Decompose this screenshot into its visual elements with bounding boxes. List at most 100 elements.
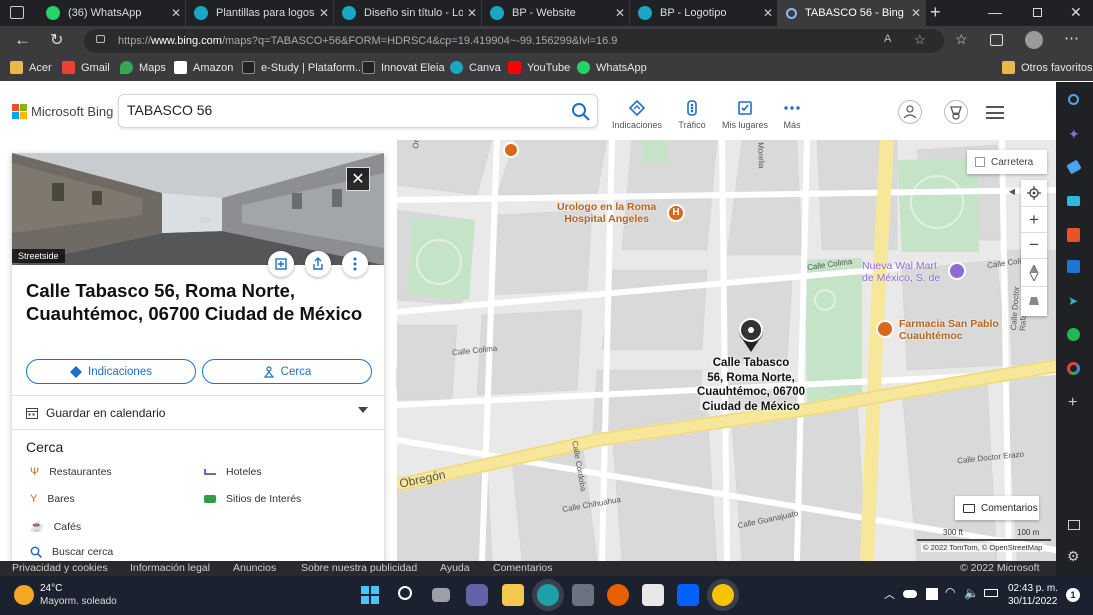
zoom-out-button[interactable]: − — [1021, 232, 1047, 258]
start-button[interactable] — [361, 586, 379, 604]
bookmark-other-favorites[interactable]: Otros favoritos — [1002, 61, 1093, 74]
search-icon[interactable] — [1068, 94, 1079, 105]
google-icon[interactable] — [1067, 362, 1080, 375]
dropbox-tray-icon[interactable] — [926, 588, 938, 600]
hamburger-menu-icon[interactable] — [986, 106, 1004, 119]
footer-link-privacy[interactable]: Privacidad y cookies — [12, 562, 108, 574]
favorite-star-icon[interactable]: ☆ — [914, 32, 926, 48]
restore-button[interactable] — [1033, 8, 1042, 17]
close-tab-icon[interactable]: ✕ — [315, 6, 333, 20]
volume-icon[interactable]: 🔈 — [964, 586, 979, 600]
map-style-toggle[interactable]: Carretera — [967, 150, 1047, 174]
bookmark-youtube[interactable]: YouTube — [508, 61, 570, 74]
read-aloud-icon[interactable]: A — [884, 33, 891, 45]
feedback-button[interactable]: Comentarios — [955, 496, 1039, 520]
search-input[interactable] — [127, 102, 547, 118]
tab-whatsapp[interactable]: (36) WhatsApp ✕ — [38, 0, 186, 26]
edge-browser-icon[interactable] — [537, 584, 559, 606]
norton-icon[interactable] — [712, 584, 734, 606]
outlook-icon[interactable] — [1067, 260, 1080, 273]
tilt-icon[interactable] — [1021, 286, 1047, 314]
tab-actions-icon[interactable] — [10, 6, 24, 19]
teams-chat-icon[interactable] — [466, 584, 488, 606]
more-menu-icon[interactable]: ⋯ — [1064, 29, 1079, 47]
wifi-icon[interactable]: ◠ — [945, 585, 955, 599]
favorites-icon[interactable]: ☆ — [955, 31, 968, 48]
notification-badge[interactable]: 1 — [1066, 588, 1080, 602]
save-calendar-row[interactable]: Guardar en calendario — [26, 404, 370, 422]
task-view-icon[interactable] — [432, 588, 450, 602]
tray-chevron-icon[interactable]: ︿ — [884, 586, 895, 602]
new-tab-button[interactable]: + — [930, 2, 941, 23]
bookmark-maps[interactable]: Maps — [120, 61, 166, 74]
bookmark-amazon[interactable]: Amazon — [174, 61, 233, 74]
dropbox-icon[interactable] — [677, 584, 699, 606]
close-panel-button[interactable]: ✕ — [346, 167, 370, 191]
compass-icon[interactable] — [1021, 258, 1047, 286]
location-pin-icon[interactable] — [735, 314, 767, 354]
hospital-icon[interactable]: H — [667, 204, 685, 222]
map-controls-collapse[interactable]: ◀ — [1005, 180, 1019, 204]
bookmark-canva[interactable]: Canva — [450, 61, 501, 74]
add-sidebar-icon[interactable]: + — [1068, 394, 1077, 412]
weather-icon[interactable] — [14, 585, 34, 605]
locate-me-icon[interactable] — [1021, 180, 1047, 206]
shopping-bag-icon[interactable] — [948, 262, 966, 280]
firefox-icon[interactable] — [607, 584, 629, 606]
file-explorer-icon[interactable] — [502, 584, 524, 606]
footer-link-feedback[interactable]: Comentarios — [493, 562, 553, 574]
tab-plantillas[interactable]: Plantillas para logos e ✕ — [186, 0, 334, 26]
close-window-button[interactable]: ✕ — [1070, 4, 1082, 21]
send-icon[interactable]: ➤ — [1068, 294, 1078, 308]
search-icon[interactable] — [571, 102, 591, 122]
nearby-search-link[interactable]: Buscar cerca — [30, 546, 113, 558]
footer-link-legal[interactable]: Información legal — [130, 562, 210, 574]
clock-time[interactable]: 02:43 p. m. — [1008, 583, 1058, 594]
nearby-sights-link[interactable]: Sitios de Interés — [204, 493, 301, 505]
nearby-hotels-link[interactable]: Hoteles — [204, 466, 262, 478]
close-tab-icon[interactable]: ✕ — [759, 6, 777, 20]
nav-directions[interactable]: Indicaciones — [606, 100, 668, 130]
zoom-in-button[interactable]: + — [1021, 206, 1047, 232]
sparkle-icon[interactable]: ✦ — [1068, 126, 1080, 143]
close-tab-icon[interactable]: ✕ — [907, 6, 925, 20]
footer-link-ads[interactable]: Anuncios — [233, 562, 276, 574]
bookmark-innovat[interactable]: Innovat Eleia — [362, 61, 445, 74]
weather-temp[interactable]: 24°C — [40, 583, 62, 594]
footer-link-about-ads[interactable]: Sobre nuestra publicidad — [301, 562, 417, 574]
nearby-cafes-link[interactable]: ☕ Cafés — [30, 520, 81, 534]
nearby-bars-link[interactable]: Y Bares — [30, 493, 75, 505]
footer-link-help[interactable]: Ayuda — [440, 562, 470, 574]
settings-gear-icon[interactable]: ⚙ — [1067, 548, 1080, 565]
refresh-icon[interactable]: ↻ — [50, 30, 63, 50]
profile-avatar[interactable] — [1025, 31, 1043, 49]
collections-icon[interactable] — [990, 34, 1003, 46]
close-tab-icon[interactable]: ✕ — [611, 6, 629, 20]
pharmacy-icon[interactable] — [876, 320, 894, 338]
map-canvas[interactable]: Orizaba Morelia Calle Colima Calle Colim… — [397, 140, 1056, 561]
url-bar[interactable]: https://www.bing.com/maps?q=TABASCO+56&F… — [84, 29, 944, 53]
onedrive-icon[interactable] — [903, 590, 917, 598]
microsoft-logo[interactable] — [12, 104, 28, 120]
close-tab-icon[interactable]: ✕ — [463, 6, 481, 20]
sidebar-panel-icon[interactable] — [1068, 520, 1080, 530]
spotify-icon[interactable] — [1067, 328, 1080, 341]
office-icon[interactable] — [1067, 228, 1080, 242]
store-icon[interactable] — [572, 584, 594, 606]
taskbar-search-icon[interactable] — [398, 586, 412, 600]
battery-icon[interactable] — [984, 589, 998, 597]
minimize-button[interactable]: — — [988, 4, 1002, 20]
nearby-button[interactable]: Cerca — [202, 359, 372, 384]
tab-bp-website[interactable]: BP - Website ✕ — [482, 0, 630, 26]
streetside-photo[interactable]: Streetside ✕ — [12, 153, 384, 265]
more-options-button[interactable] — [342, 251, 368, 277]
tag-icon[interactable] — [1066, 159, 1082, 175]
directions-button[interactable]: Indicaciones — [26, 359, 196, 384]
close-tab-icon[interactable]: ✕ — [167, 6, 185, 20]
add-to-collection-button[interactable] — [268, 251, 294, 277]
back-icon[interactable]: ← — [14, 30, 31, 50]
bookmark-estudy[interactable]: e-Study | Plataform... — [242, 61, 364, 74]
bookmark-whatsapp[interactable]: WhatsApp — [577, 61, 647, 74]
tab-bing-maps[interactable]: TABASCO 56 - Bing M ✕ — [778, 0, 926, 26]
tab-bp-logotipo[interactable]: BP - Logotipo ✕ — [630, 0, 778, 26]
